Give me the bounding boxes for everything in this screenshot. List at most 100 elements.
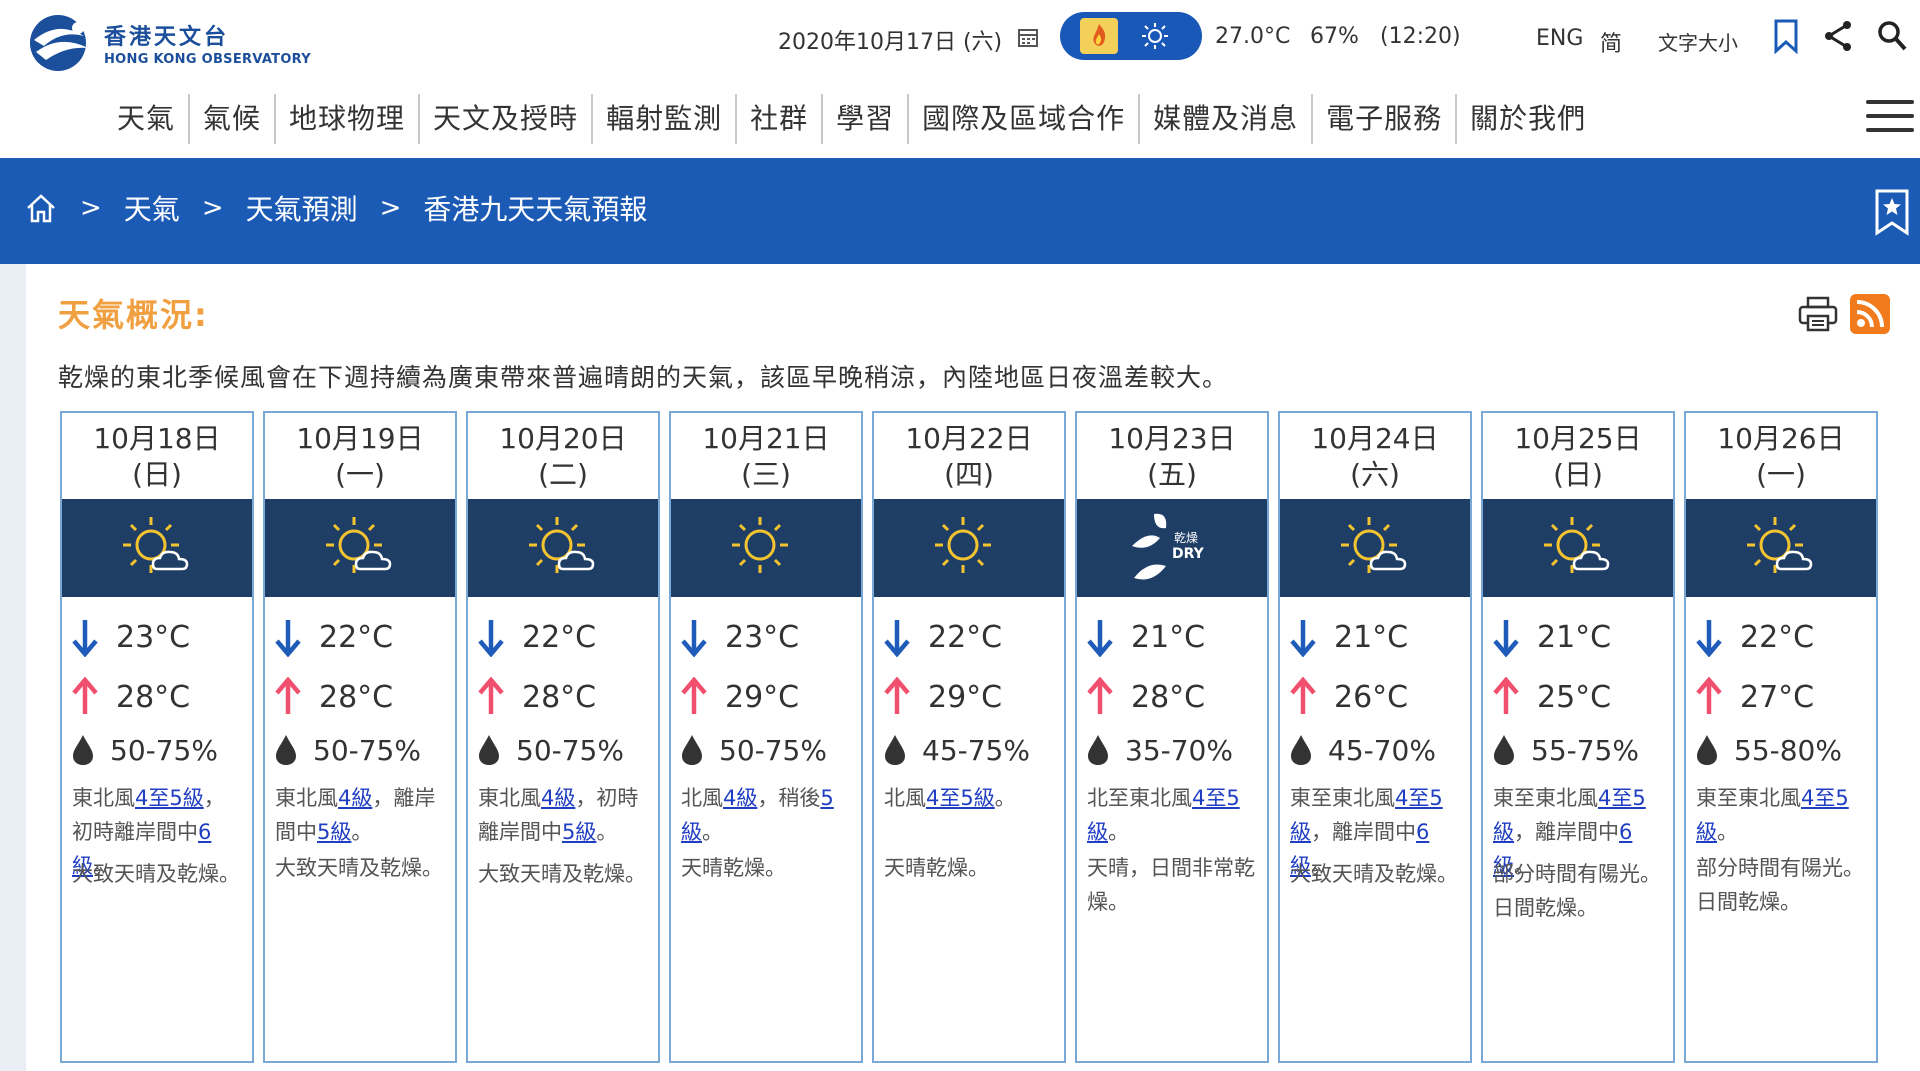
humidity-drop-icon — [479, 735, 499, 765]
max-temperature: 28°C — [319, 679, 394, 715]
humidity-range-row: 50-75% — [679, 733, 827, 767]
nav-item[interactable]: 天氣 — [104, 94, 191, 144]
wind-force-link[interactable]: 5級 — [562, 820, 596, 844]
max-temperature-row: 27°C — [1694, 677, 1814, 717]
min-temperature: 22°C — [1740, 619, 1815, 655]
wind-force-link[interactable]: 4級 — [723, 786, 757, 810]
sunny-icon[interactable] — [671, 499, 861, 597]
wind-force-link[interactable]: 4級 — [541, 786, 575, 810]
breadcrumb-current-page: 香港九天天氣預報 — [423, 193, 648, 226]
min-temperature-row: 22°C — [882, 617, 1002, 657]
hko-logo[interactable]: 香港天文台 HONG KONG OBSERVATORY — [22, 12, 311, 74]
max-temperature: 26°C — [1334, 679, 1409, 715]
min-temperature-row: 22°C — [476, 617, 596, 657]
dry-icon-label-en: DRY — [1172, 546, 1205, 562]
sunny-periods-icon[interactable] — [468, 499, 658, 597]
wind-forecast: 北風4級，稍後5級。 — [681, 781, 853, 849]
sunny-icon[interactable] — [874, 499, 1064, 597]
humidity-range-row: 35-70% — [1085, 733, 1233, 767]
max-temperature: 29°C — [725, 679, 800, 715]
max-temperature: 28°C — [1131, 679, 1206, 715]
nav-item[interactable]: 社群 — [737, 94, 824, 144]
wind-text: 。 — [702, 820, 723, 844]
max-temp-arrow-icon — [275, 677, 301, 714]
forecast-date: 10月19日 (一) — [265, 413, 455, 499]
min-temp-arrow-icon — [884, 620, 910, 657]
wind-force-link[interactable]: 4至5級 — [926, 786, 995, 810]
page-bookmark-icon[interactable] — [1874, 188, 1910, 236]
wind-force-link[interactable]: 4至5級 — [135, 786, 204, 810]
wind-text: 東北風 — [275, 786, 338, 810]
forecast-date-label: 10月24日 — [1311, 422, 1439, 455]
min-temperature: 22°C — [522, 619, 597, 655]
humidity-range-row: 55-75% — [1491, 733, 1639, 767]
print-icon[interactable] — [1798, 296, 1838, 332]
forecast-day-card: 10月23日 (五) 乾燥 DRY 21°C 28°C 35-70% 北至東北風4至5級。 天晴… — [1075, 411, 1269, 1063]
rss-icon[interactable] — [1850, 294, 1890, 334]
wind-force-link[interactable]: 5級 — [317, 820, 351, 844]
forecast-weekday: (一) — [335, 458, 385, 491]
nav-item[interactable]: 電子服務 — [1313, 94, 1458, 144]
sunny-periods-icon[interactable] — [1483, 499, 1673, 597]
min-temp-arrow-icon — [478, 620, 504, 657]
humidity-range-row: 45-75% — [882, 733, 1030, 767]
breadcrumb-forecast[interactable]: 天氣預測 — [246, 188, 358, 228]
dry-icon[interactable]: 乾燥 DRY — [1077, 499, 1267, 597]
home-icon[interactable] — [24, 191, 58, 225]
min-temp-arrow-icon — [1087, 620, 1113, 657]
forecast-weekday: (一) — [1756, 458, 1806, 491]
font-size-link[interactable]: 文字大小 — [1658, 27, 1738, 56]
sunny-periods-icon[interactable] — [1686, 499, 1876, 597]
max-temp-arrow-icon — [478, 677, 504, 714]
wind-forecast: 東北風4級，離岸間中5級。 — [275, 781, 447, 849]
lang-english-link[interactable]: ENG — [1536, 26, 1583, 51]
search-icon[interactable] — [1876, 18, 1908, 54]
forecast-weekday: (三) — [741, 458, 791, 491]
max-temp-arrow-icon — [1087, 677, 1113, 714]
lang-simplified-link[interactable]: 简 — [1600, 26, 1622, 58]
wind-text: 東北風 — [478, 786, 541, 810]
bookmark-icon[interactable] — [1770, 18, 1802, 54]
sunny-periods-icon[interactable] — [265, 499, 455, 597]
weather-warning-pill[interactable] — [1060, 12, 1202, 60]
humidity-range: 45-75% — [922, 733, 1030, 767]
forecast-summary: 乾燥的東北季候風會在下週持續為廣東帶來普遍晴朗的天氣，該區早晚稍涼，內陸地區日夜… — [58, 363, 1229, 392]
reading-time: (12:20) — [1380, 24, 1461, 49]
logo-text-en: HONG KONG OBSERVATORY — [104, 52, 311, 67]
humidity-drop-icon — [1291, 735, 1311, 765]
sunny-periods-icon[interactable] — [1280, 499, 1470, 597]
main-nav: 天氣 氣候 地球物理 天文及授時 輻射監測 社群 學習 國際及區域合作 媒體及消息 電子服務 關於我… — [0, 78, 1920, 158]
weather-description: 大致天晴及乾燥。 — [275, 856, 443, 880]
nav-item[interactable]: 氣候 — [190, 94, 277, 144]
humidity-drop-icon — [1494, 735, 1514, 765]
min-temperature-row: 21°C — [1491, 617, 1611, 657]
share-icon[interactable] — [1822, 18, 1854, 54]
hamburger-menu-icon[interactable] — [1866, 100, 1914, 140]
max-temp-arrow-icon — [681, 677, 707, 714]
forecast-weekday: (四) — [944, 458, 994, 491]
max-temperature: 28°C — [522, 679, 597, 715]
wind-force-link[interactable]: 4級 — [338, 786, 372, 810]
sunny-periods-icon[interactable] — [62, 499, 252, 597]
forecast-date-label: 10月23日 — [1108, 422, 1236, 455]
breadcrumb-weather[interactable]: 天氣 — [124, 188, 180, 228]
nav-item[interactable]: 輻射監測 — [593, 94, 738, 144]
nav-item[interactable]: 媒體及消息 — [1140, 94, 1314, 144]
wind-text: ，離岸間中 — [1514, 820, 1619, 844]
forecast-day-card: 10月26日 (一) 22°C 27°C 55-80% 東至東北風4至5級。 部分時間有陽光… — [1684, 411, 1878, 1063]
nav-item[interactable]: 地球物理 — [276, 94, 421, 144]
forecast-day-card: 10月24日 (六) 21°C 26°C 45-70% 東至東北風4至5級，離岸間中6級。… — [1278, 411, 1472, 1063]
current-date: 2020年10月17日 (六) — [778, 30, 1003, 55]
humidity-range-row: 50-75% — [476, 733, 624, 767]
forecast-date: 10月24日 (六) — [1280, 413, 1470, 499]
min-temperature: 22°C — [928, 619, 1003, 655]
calendar-icon[interactable] — [1017, 26, 1039, 48]
fire-danger-warning-icon[interactable] — [1080, 18, 1118, 54]
min-temperature: 23°C — [725, 619, 800, 655]
forecast-day-card: 10月19日 (一) 22°C 28°C 50-75% 東北風4級，離岸間中5級。 大致天晴… — [263, 411, 457, 1063]
weather-description: 大致天晴及乾燥。 — [72, 862, 240, 886]
nav-item[interactable]: 天文及授時 — [420, 94, 594, 144]
nav-item[interactable]: 國際及區域合作 — [909, 94, 1141, 144]
nav-item[interactable]: 關於我們 — [1457, 94, 1599, 144]
nav-item[interactable]: 學習 — [823, 94, 910, 144]
